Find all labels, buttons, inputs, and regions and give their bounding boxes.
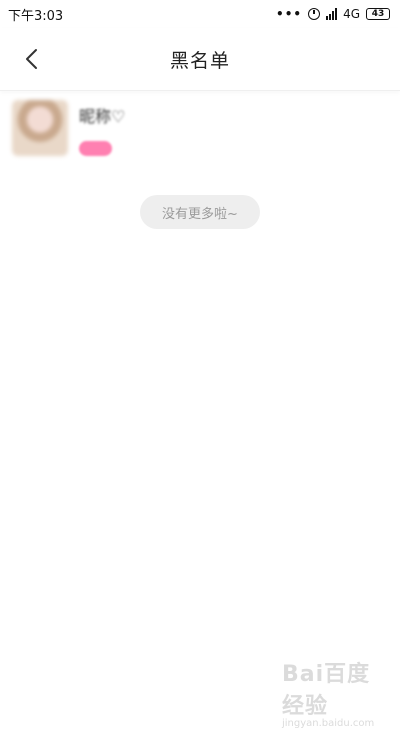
alarm-icon xyxy=(308,8,321,20)
avatar xyxy=(12,100,68,156)
user-tag-badge xyxy=(79,141,112,156)
signal-icon xyxy=(326,8,338,20)
status-bar: 下午3:03 ••• 4G 43 xyxy=(0,0,400,28)
more-dots-icon: ••• xyxy=(276,7,303,21)
page-title: 黑名单 xyxy=(169,49,230,72)
status-icons: ••• 4G 43 xyxy=(276,7,390,21)
watermark-brand: Bai百度经验 xyxy=(282,662,371,719)
chevron-left-icon xyxy=(26,49,37,69)
watermark-logo: Bai百度经验 jingyan.baidu.com xyxy=(282,656,392,729)
back-button[interactable] xyxy=(18,46,44,72)
status-time: 下午3:03 xyxy=(8,8,64,24)
watermark-url: jingyan.baidu.com xyxy=(282,718,375,729)
nav-header: 黑名单 xyxy=(0,28,400,91)
list-item[interactable]: 昵称♡ xyxy=(0,95,400,165)
no-more-indicator: 没有更多啦~ xyxy=(140,195,260,229)
network-type: 4G xyxy=(343,7,360,21)
user-name: 昵称♡ xyxy=(79,107,126,126)
battery-icon: 43 xyxy=(366,8,390,20)
